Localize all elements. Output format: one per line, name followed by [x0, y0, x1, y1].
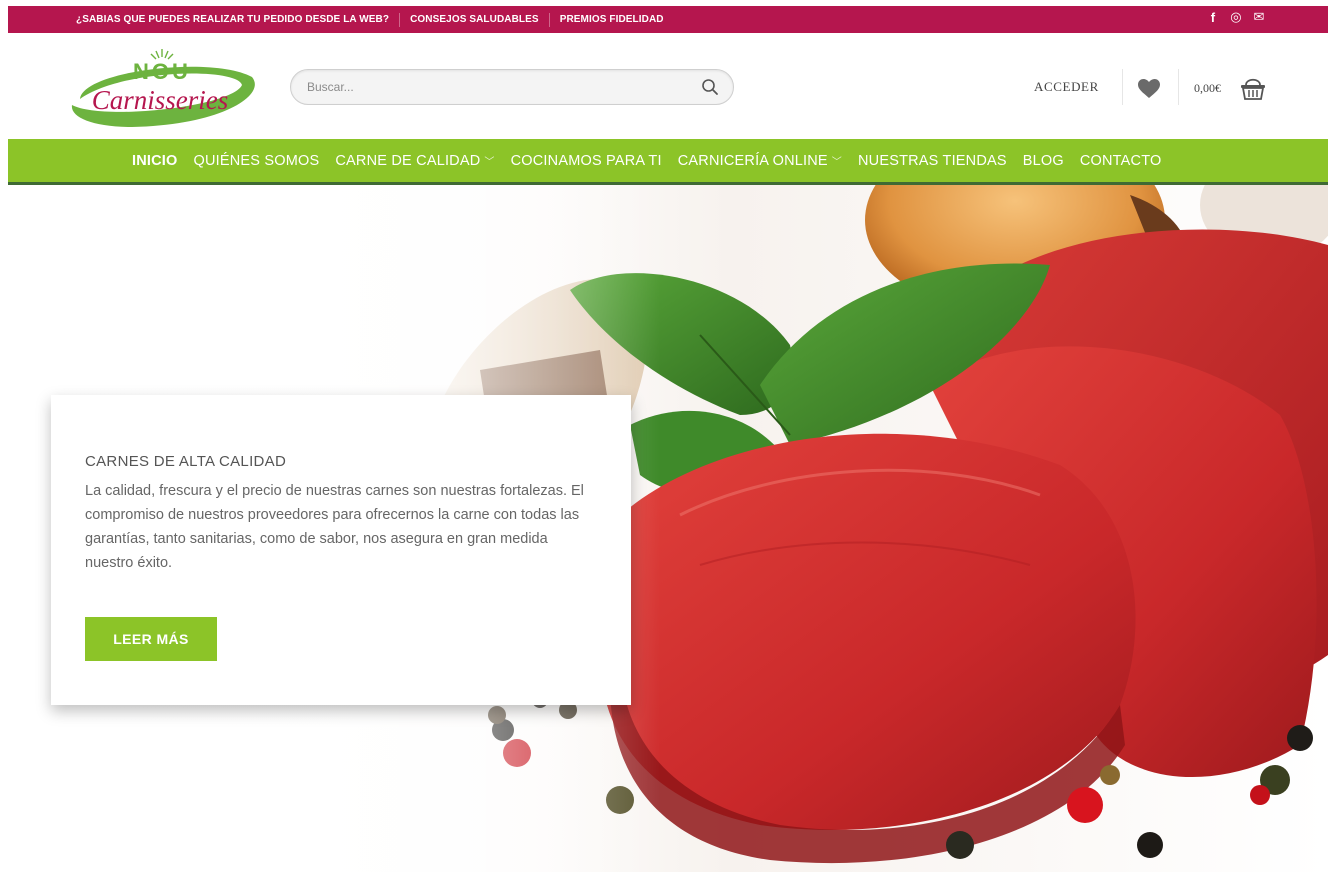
hero-body-text: La calidad, frescura y el precio de nues…	[85, 483, 584, 571]
shopping-basket-icon[interactable]	[1240, 75, 1266, 101]
instagram-icon[interactable]: ◎	[1229, 9, 1243, 25]
logo-text-top: NOU	[133, 59, 191, 84]
nav-item-label: QUIÉNES SOMOS	[193, 152, 320, 169]
chevron-down-icon: ﹀	[831, 157, 842, 168]
nav-item-blog[interactable]: BLOG	[1023, 153, 1064, 169]
top-link-premios[interactable]: PREMIOS FIDELIDAD	[550, 14, 674, 25]
email-icon[interactable]: ✉	[1252, 9, 1266, 25]
steak-front	[600, 433, 1136, 830]
header-divider	[1122, 69, 1123, 105]
nav-item-inicio[interactable]: INICIO	[132, 153, 178, 169]
nav-item-label: NUESTRAS TIENDAS	[857, 152, 1007, 169]
nav-item-label: BLOG	[1022, 152, 1064, 169]
top-bar: ¿SABIAS QUE PUEDES REALIZAR TU PEDIDO DE…	[8, 6, 1328, 33]
nav-item-nuestras-tiendas[interactable]: NUESTRAS TIENDAS	[858, 153, 1007, 169]
logo-sparkle-icon	[150, 49, 174, 60]
nav-item-label: CONTACTO	[1079, 152, 1162, 169]
social-links: f ◎ ✉	[1206, 9, 1266, 25]
search-icon[interactable]	[701, 78, 719, 96]
wishlist-heart-icon[interactable]	[1138, 79, 1160, 99]
hero-eyebrow: CARNES DE ALTA CALIDAD	[85, 453, 287, 470]
nav-item-cocinamos-para-ti[interactable]: COCINAMOS PARA TI	[511, 153, 662, 169]
cart-total[interactable]: 0,00€	[1194, 81, 1221, 96]
read-more-button[interactable]: LEER MÁS	[85, 617, 217, 661]
hero-text-card: CARNES DE ALTA CALIDAD La calidad, fresc…	[51, 395, 631, 705]
site-header: NOU Carnisseries ACCEDER 0,00€	[0, 33, 1328, 139]
nav-item-label: INICIO	[132, 152, 178, 169]
chevron-down-icon: ﹀	[484, 157, 495, 168]
nav-item-carniceria-online[interactable]: CARNICERÍA ONLINE ﹀	[678, 153, 842, 169]
site-logo[interactable]: NOU Carnisseries	[62, 47, 262, 127]
top-link-pedido-web[interactable]: ¿SABIAS QUE PUEDES REALIZAR TU PEDIDO DE…	[66, 14, 399, 25]
nav-item-contacto[interactable]: CONTACTO	[1080, 153, 1162, 169]
nav-item-label: CARNICERÍA ONLINE	[677, 152, 828, 169]
search-bar	[290, 69, 734, 105]
logo-text-bottom: Carnisseries	[92, 85, 229, 115]
top-bar-links: ¿SABIAS QUE PUEDES REALIZAR TU PEDIDO DE…	[8, 12, 674, 27]
login-link[interactable]: ACCEDER	[1034, 79, 1099, 95]
nav-item-quienes-somos[interactable]: QUIÉNES SOMOS	[194, 153, 320, 169]
logo-graphic: NOU Carnisseries	[71, 49, 255, 127]
top-link-consejos[interactable]: CONSEJOS SALUDABLES	[400, 14, 549, 25]
search-input[interactable]	[291, 70, 691, 104]
header-divider	[1178, 69, 1179, 105]
main-nav: INICIO QUIÉNES SOMOS CARNE DE CALIDAD ﹀ …	[8, 139, 1328, 185]
main-nav-items: INICIO QUIÉNES SOMOS CARNE DE CALIDAD ﹀ …	[132, 153, 1177, 169]
facebook-icon[interactable]: f	[1206, 9, 1220, 25]
nav-item-label: CARNE DE CALIDAD	[335, 152, 481, 169]
nav-item-carne-de-calidad[interactable]: CARNE DE CALIDAD ﹀	[335, 153, 494, 169]
nav-item-label: COCINAMOS PARA TI	[510, 152, 662, 169]
